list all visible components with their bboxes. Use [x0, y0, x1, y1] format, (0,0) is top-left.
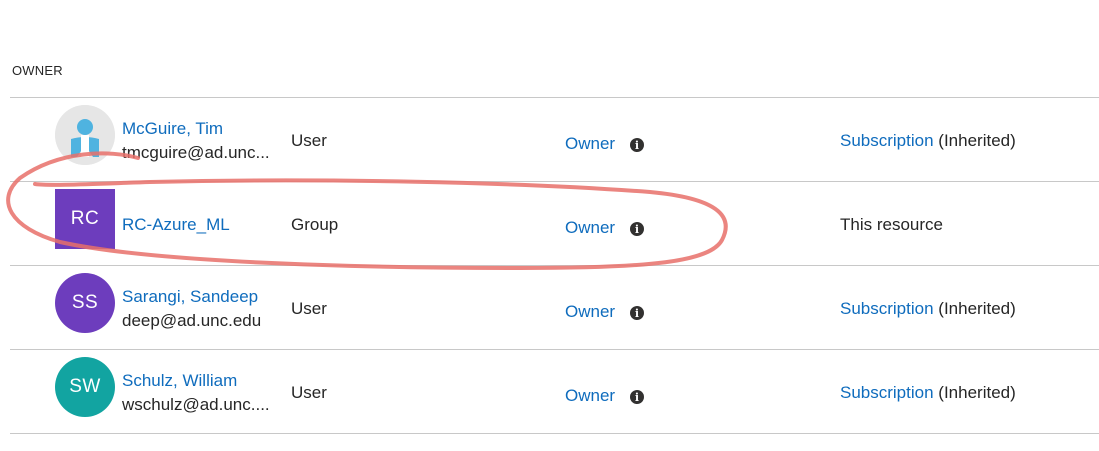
- scope-text: This resource: [840, 215, 943, 234]
- scope-suffix: (Inherited): [933, 383, 1016, 402]
- divider: [10, 433, 1099, 434]
- scope-link[interactable]: Subscription: [840, 299, 934, 318]
- member-type: User: [291, 383, 327, 402]
- info-icon[interactable]: i: [630, 222, 644, 236]
- user-avatar: SW: [55, 357, 115, 417]
- role-link[interactable]: Owner: [565, 302, 615, 322]
- scope-link[interactable]: Subscription: [840, 383, 934, 402]
- avatar-initials: RC: [70, 208, 100, 229]
- info-icon[interactable]: i: [630, 390, 644, 404]
- user-name-link[interactable]: Sarangi, Sandeep: [122, 287, 258, 307]
- user-name-link[interactable]: McGuire, Tim: [122, 119, 223, 139]
- member-type: Group: [291, 215, 339, 234]
- scope: Subscription (Inherited): [840, 383, 1016, 403]
- member-type: User: [291, 299, 327, 318]
- scope-suffix: (Inherited): [933, 131, 1016, 150]
- user-email: deep@ad.unc.edu: [122, 311, 262, 330]
- group-avatar: RC: [55, 189, 115, 249]
- role-link[interactable]: Owner: [565, 386, 615, 406]
- section-title: OWNER: [12, 63, 63, 78]
- user-avatar: SS: [55, 273, 115, 333]
- user-avatar-icon: [55, 105, 115, 165]
- avatar-initials: SW: [69, 376, 101, 397]
- role-link[interactable]: Owner: [565, 218, 615, 238]
- role-link[interactable]: Owner: [565, 134, 615, 154]
- table-row: RC RC-Azure_ML Group Owner i This resour…: [0, 181, 1099, 265]
- table-row: SW Schulz, William wschulz@ad.unc.... Us…: [0, 349, 1099, 433]
- user-email: wschulz@ad.unc....: [122, 395, 270, 414]
- user-name-link[interactable]: Schulz, William: [122, 371, 237, 391]
- member-type: User: [291, 131, 327, 150]
- info-icon[interactable]: i: [630, 306, 644, 320]
- scope: Subscription (Inherited): [840, 299, 1016, 319]
- table-row: McGuire, Tim tmcguire@ad.unc... User Own…: [0, 97, 1099, 181]
- scope: Subscription (Inherited): [840, 131, 1016, 151]
- user-email: tmcguire@ad.unc...: [122, 143, 270, 162]
- avatar-initials: SS: [71, 292, 99, 313]
- scope-suffix: (Inherited): [933, 299, 1016, 318]
- table-row: SS Sarangi, Sandeep deep@ad.unc.edu User…: [0, 265, 1099, 349]
- group-name-link[interactable]: RC-Azure_ML: [122, 215, 230, 235]
- info-icon[interactable]: i: [630, 138, 644, 152]
- scope-link[interactable]: Subscription: [840, 131, 934, 150]
